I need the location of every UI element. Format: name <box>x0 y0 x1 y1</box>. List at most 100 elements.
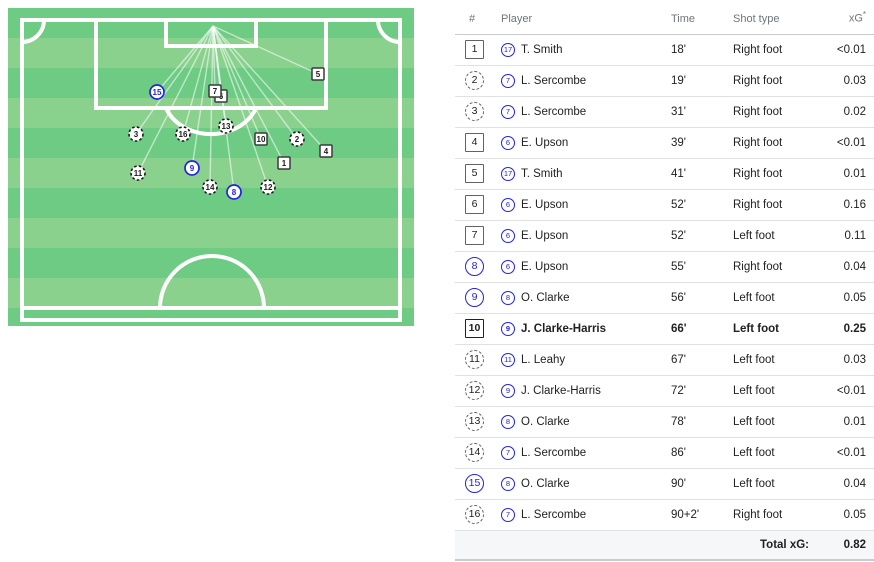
shot-marker-13[interactable]: 13 <box>218 118 234 134</box>
shirt-number-icon: 17 <box>501 42 515 57</box>
table-row[interactable]: 7 6 E. Upson 52' Left foot 0.11 <box>455 220 874 252</box>
player-name: L. Sercombe <box>521 105 587 118</box>
row-index-cell: 4 <box>455 127 501 159</box>
shot-marker-5[interactable]: 5 <box>311 67 325 81</box>
table-row[interactable]: 16 7 L. Sercombe 90+2' Right foot 0.05 <box>455 499 874 531</box>
shot-marker-15[interactable]: 15 <box>149 84 165 100</box>
time-cell: 67' <box>671 344 733 376</box>
header-xg-text: xG <box>848 12 863 25</box>
time-cell: 66' <box>671 313 733 345</box>
shot-type-cell: Left foot <box>733 344 821 376</box>
table-row[interactable]: 14 7 L. Sercombe 86' Left foot <0.01 <box>455 437 874 469</box>
player-cell: 7 L. Sercombe <box>501 437 671 469</box>
shot-marker-shape-13 <box>218 118 234 134</box>
table-row[interactable]: 8 6 E. Upson 55' Right foot 0.04 <box>455 251 874 283</box>
table-row[interactable]: 6 6 E. Upson 52' Right foot 0.16 <box>455 189 874 221</box>
shot-marker-12[interactable]: 12 <box>260 179 276 195</box>
row-index-cell: 5 <box>455 158 501 190</box>
table-row[interactable]: 13 8 O. Clarke 78' Left foot 0.01 <box>455 406 874 438</box>
player-name: E. Upson <box>521 260 569 273</box>
shot-marker-1[interactable]: 1 <box>277 156 291 170</box>
shot-marker-9[interactable]: 9 <box>184 160 200 176</box>
xg-cell: <0.01 <box>821 127 874 159</box>
xg-cell: 0.03 <box>821 344 874 376</box>
shot-marker-16[interactable]: 16 <box>175 126 191 142</box>
table-row[interactable]: 1 17 T. Smith 18' Right foot <0.01 <box>455 34 874 66</box>
total-xg-value: 0.82 <box>821 529 874 562</box>
table-row[interactable]: 5 17 T. Smith 41' Right foot 0.01 <box>455 158 874 190</box>
xg-cell: 0.16 <box>821 189 874 221</box>
shirt-number-icon: 8 <box>501 414 515 429</box>
player-cell: 7 L. Sercombe <box>501 499 671 531</box>
player-name: E. Upson <box>521 136 569 149</box>
table-row[interactable]: 2 7 L. Sercombe 19' Right foot 0.03 <box>455 65 874 97</box>
shot-type-cell: Left foot <box>733 313 821 345</box>
shot-type-cell: Right foot <box>733 189 821 221</box>
shot-marker-8[interactable]: 8 <box>226 184 242 200</box>
shot-marker-shape-4 <box>319 144 333 158</box>
shirt-number-icon: 8 <box>501 476 515 491</box>
shot-marker-14[interactable]: 14 <box>202 179 218 195</box>
time-cell: 52' <box>671 220 733 252</box>
shot-index-chip-square-icon: 4 <box>465 133 484 153</box>
shot-marker-4[interactable]: 4 <box>319 144 333 158</box>
total-spacer-3 <box>671 529 733 562</box>
shot-type-cell: Left foot <box>733 220 821 252</box>
row-index-cell: 10 <box>455 313 501 345</box>
shot-log-panel: # Player Time Shot type xG* 1 17 T. Smith 1… <box>455 0 874 562</box>
row-index-cell: 2 <box>455 65 501 97</box>
shot-marker-3[interactable]: 3 <box>128 126 144 142</box>
shot-index-chip-goal-icon: 10 <box>465 319 484 339</box>
time-cell: 56' <box>671 282 733 314</box>
time-cell: 19' <box>671 65 733 97</box>
shot-marker-10[interactable]: 10 <box>254 132 268 146</box>
shot-type-cell: Right foot <box>733 127 821 159</box>
table-row[interactable]: 9 8 O. Clarke 56' Left foot 0.05 <box>455 282 874 314</box>
table-row[interactable]: 3 7 L. Sercombe 31' Right foot 0.02 <box>455 96 874 128</box>
player-cell: 7 L. Sercombe <box>501 96 671 128</box>
time-cell: 31' <box>671 96 733 128</box>
row-index-cell: 13 <box>455 406 501 438</box>
shot-marker-2[interactable]: 2 <box>289 131 305 147</box>
shot-index-chip-circle-dashed-icon: 14 <box>465 443 484 463</box>
shot-index-chip-square-icon: 1 <box>465 40 484 60</box>
table-row[interactable]: 12 9 J. Clarke-Harris 72' Left foot <0.01 <box>455 375 874 407</box>
row-index-cell: 1 <box>455 34 501 66</box>
player-name: J. Clarke-Harris <box>521 322 607 335</box>
shirt-number-icon: 8 <box>501 290 515 305</box>
player-name: T. Smith <box>521 167 563 180</box>
shot-index-chip-square-icon: 6 <box>465 195 484 215</box>
row-index-cell: 3 <box>455 96 501 128</box>
shot-marker-shape-1 <box>277 156 291 170</box>
xg-cell: 0.01 <box>821 406 874 438</box>
shot-type-cell: Right foot <box>733 251 821 283</box>
time-cell: 90' <box>671 468 733 500</box>
shot-marker-shape-12 <box>260 179 276 195</box>
shot-marker-shape-5 <box>311 67 325 81</box>
xg-cell: <0.01 <box>821 34 874 66</box>
shot-type-cell: Right foot <box>733 96 821 128</box>
player-name: L. Sercombe <box>521 446 587 459</box>
shot-index-chip-circle-solid-icon: 15 <box>465 474 484 494</box>
xg-cell: 0.11 <box>821 220 874 252</box>
time-cell: 86' <box>671 437 733 469</box>
player-name: T. Smith <box>521 43 563 56</box>
time-cell: 55' <box>671 251 733 283</box>
shot-marker-11[interactable]: 11 <box>130 165 146 181</box>
table-row[interactable]: 15 8 O. Clarke 90' Left foot 0.04 <box>455 468 874 500</box>
time-cell: 90+2' <box>671 499 733 531</box>
table-row[interactable]: 10 9 J. Clarke-Harris 66' Left foot 0.25 <box>455 313 874 345</box>
table-row[interactable]: 4 6 E. Upson 39' Right foot <0.01 <box>455 127 874 159</box>
shot-marker-shape-8 <box>226 184 242 200</box>
xg-cell: 0.25 <box>821 313 874 345</box>
shot-marker-shape-11 <box>130 165 146 181</box>
total-xg-row: Total xG: 0.82 <box>455 529 874 562</box>
total-spacer-2 <box>501 529 671 562</box>
header-xg: xG* <box>821 0 874 35</box>
shot-marker-shape-3 <box>128 126 144 142</box>
time-cell: 52' <box>671 189 733 221</box>
table-row[interactable]: 11 11 L. Leahy 67' Left foot 0.03 <box>455 344 874 376</box>
row-index-cell: 16 <box>455 499 501 531</box>
player-name: L. Leahy <box>521 353 566 366</box>
shot-marker-7[interactable]: 7 <box>208 84 222 98</box>
